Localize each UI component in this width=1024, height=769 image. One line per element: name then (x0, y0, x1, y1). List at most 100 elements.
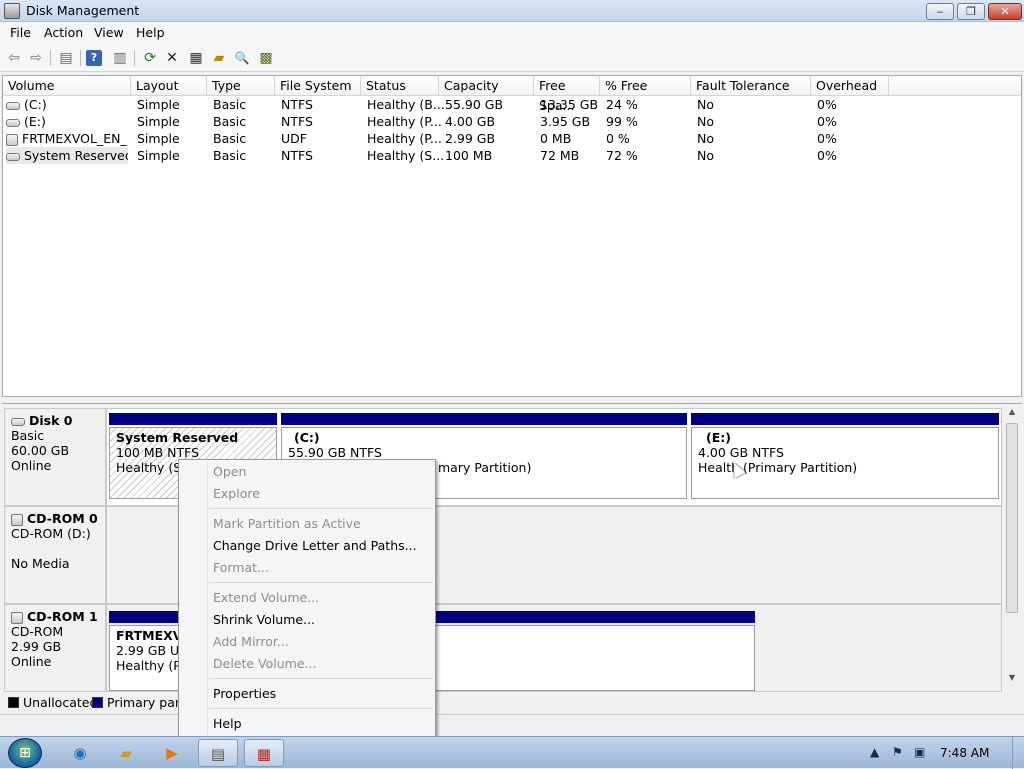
cdrom-1-header[interactable]: CD-ROM 1 CD-ROM 2.99 GB Online (4, 604, 106, 692)
delete-icon[interactable]: ✕ (162, 48, 182, 68)
capacity-cell: 4.00 GB (445, 114, 496, 129)
file-system-cell: UDF (281, 131, 307, 146)
menu-view[interactable]: View (94, 25, 124, 40)
menu-item-properties[interactable]: Properties (213, 684, 276, 704)
free-space-cell: 13.35 GB (540, 97, 599, 112)
cdrom-0-name: CD-ROM 0 (27, 511, 98, 526)
layout-cell: Simple (137, 114, 180, 129)
layout-cell: Simple (137, 97, 180, 112)
maximize-button[interactable]: ❐ (957, 3, 985, 20)
column-header-file-system[interactable]: File System (275, 76, 361, 96)
free-space-cell: 3.95 GB (540, 114, 591, 129)
toolbar: ⇦ ⇨ ▤ ? ▥ ⟳ ✕ ▦ ▰ 🔍 ▩ (0, 44, 1024, 72)
capacity-cell: 100 MB (445, 148, 493, 163)
menu-item-help[interactable]: Help (213, 714, 242, 734)
menu-separator (209, 708, 433, 709)
drive-icon (6, 118, 20, 127)
column-header-type[interactable]: Type (207, 76, 275, 96)
menu-item-add-mirror[interactable]: Add Mirror... (213, 632, 289, 652)
menu-item-explore[interactable]: Explore (213, 484, 260, 504)
column-header-percent-free[interactable]: % Free (600, 76, 691, 96)
start-button[interactable]: ⊞ (8, 738, 42, 768)
vertical-scrollbar[interactable]: ▲ ▼ (1004, 407, 1020, 687)
scroll-up-icon[interactable]: ▲ (1004, 407, 1020, 421)
file-system-cell: NTFS (281, 97, 313, 112)
cdrom-0-header[interactable]: CD-ROM 0 CD-ROM (D:) No Media (4, 506, 106, 604)
column-header-overhead[interactable]: Overhead (811, 76, 889, 96)
legend: Unallocated Primary partit (2, 692, 1022, 714)
partition-size: 4.00 GB NTFS (698, 445, 784, 460)
toolbox-taskbar-icon[interactable]: ▦ (244, 739, 284, 767)
back-arrow-icon[interactable]: ⇦ (4, 48, 24, 68)
menu-item-open[interactable]: Open (213, 462, 246, 482)
type-cell: Basic (213, 114, 247, 129)
column-header-layout[interactable]: Layout (131, 76, 207, 96)
computer-management-taskbar-icon[interactable]: ▤ (198, 739, 238, 767)
cd-drive-icon (11, 513, 23, 526)
menu-item-change-drive-letter[interactable]: Change Drive Letter and Paths... (213, 536, 417, 556)
type-cell: Basic (213, 148, 247, 163)
disk-graphical-view: Disk 0 Basic 60.00 GB Online System Rese… (2, 403, 1022, 692)
media-player-icon[interactable]: ▶ (152, 739, 192, 767)
open-folder-icon[interactable]: ▰ (209, 48, 229, 68)
context-menu: Open Explore Mark Partition as Active Ch… (178, 459, 436, 739)
help-icon[interactable]: ? (86, 50, 102, 66)
free-space-cell: 72 MB (540, 148, 580, 163)
menu-file[interactable]: File (10, 25, 31, 40)
volume-list[interactable]: Volume Layout Type File System Status Ca… (2, 75, 1022, 397)
menu-item-extend-volume[interactable]: Extend Volume... (213, 588, 319, 608)
column-header-capacity[interactable]: Capacity (439, 76, 534, 96)
table-row[interactable]: FRTMEXVOL_EN_... Simple Basic UDF Health… (3, 130, 1021, 147)
cdrom-1-state: Online (11, 654, 52, 669)
console-tree-icon[interactable]: ▤ (56, 48, 76, 68)
rescan-disks-icon[interactable]: ▩ (256, 48, 276, 68)
show-desktop-button[interactable] (1012, 737, 1024, 769)
scroll-down-icon[interactable]: ▼ (1004, 673, 1020, 687)
column-header-free-space[interactable]: Free Spa... (534, 76, 600, 113)
disk-0-header[interactable]: Disk 0 Basic 60.00 GB Online (4, 408, 106, 506)
menu-action[interactable]: Action (44, 25, 83, 40)
table-row[interactable]: System Reserved Simple Basic NTFS Health… (3, 147, 1021, 164)
disk-icon (11, 417, 25, 426)
layout-cell: Simple (137, 131, 180, 146)
menu-separator (209, 678, 433, 679)
action-center-flag-icon[interactable]: ⚑ (892, 745, 903, 759)
disk-0-state: Online (11, 458, 52, 473)
edge-browser-icon[interactable]: ◉ (60, 739, 100, 767)
column-header-fault-tolerance[interactable]: Fault Tolerance (691, 76, 811, 96)
table-row[interactable]: (E:) Simple Basic NTFS Healthy (P... 4.0… (3, 113, 1021, 130)
network-icon[interactable]: ▣ (914, 745, 925, 759)
fault-tolerance-cell: No (697, 114, 714, 129)
partition-color-bar (281, 413, 687, 425)
scrollbar-thumb[interactable] (1006, 423, 1018, 613)
close-button[interactable]: ✕ (988, 3, 1022, 20)
file-explorer-icon[interactable]: ▰ (106, 739, 146, 767)
partition-color-bar (109, 413, 277, 425)
volume-name: FRTMEXVOL_EN_... (22, 131, 128, 146)
explore-icon[interactable]: 🔍 (232, 48, 252, 68)
file-system-cell: NTFS (281, 114, 313, 129)
fault-tolerance-cell: No (697, 131, 714, 146)
menu-item-delete-volume[interactable]: Delete Volume... (213, 654, 316, 674)
cdrom-0-state: No Media (11, 556, 70, 571)
refresh-icon[interactable]: ⟳ (140, 48, 160, 68)
menu-help[interactable]: Help (136, 25, 165, 40)
menu-item-shrink-volume[interactable]: Shrink Volume... (213, 610, 315, 630)
menu-item-format[interactable]: Format... (213, 558, 269, 578)
column-header-status[interactable]: Status (361, 76, 439, 96)
overhead-cell: 0% (817, 114, 837, 129)
column-header-volume[interactable]: Volume (3, 76, 131, 96)
menu-item-mark-active[interactable]: Mark Partition as Active (213, 514, 361, 534)
menu-separator (209, 582, 433, 583)
status-bar (0, 714, 1024, 736)
properties-icon[interactable]: ▦ (186, 48, 206, 68)
show-hidden-icons-icon[interactable]: ▲ (870, 745, 879, 759)
table-row[interactable]: (C:) Simple Basic NTFS Healthy (B... 55.… (3, 96, 1021, 113)
cdrom-1-name: CD-ROM 1 (27, 609, 98, 624)
legend-unallocated: Unallocated (23, 695, 98, 710)
partition-title: (E:) (706, 430, 731, 445)
system-clock[interactable]: 7:48 AM (940, 746, 989, 760)
minimize-button[interactable]: ‒ (926, 3, 954, 20)
forward-arrow-icon[interactable]: ⇨ (26, 48, 46, 68)
show-hide-icon[interactable]: ▥ (110, 48, 130, 68)
